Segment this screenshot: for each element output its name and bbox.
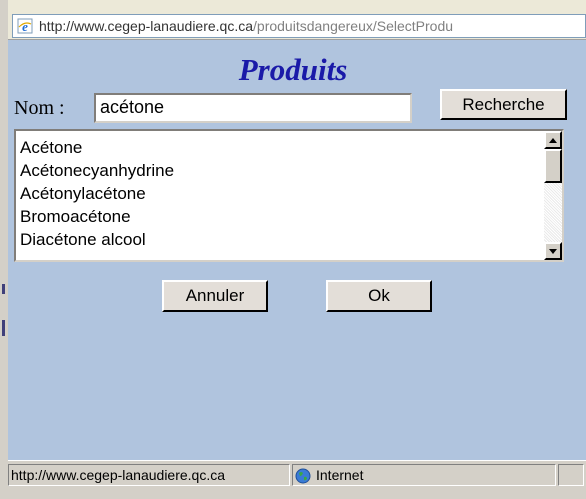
ok-button[interactable]: Ok (326, 280, 432, 312)
edge-mark (2, 284, 5, 294)
results-listbox[interactable]: Acétone Acétonecyanhydrine Acétonylacéto… (14, 129, 564, 262)
list-item[interactable]: Acétonylacétone (20, 182, 542, 205)
results-list: Acétone Acétonecyanhydrine Acétonylacéto… (20, 136, 542, 251)
ie-page-icon: e (17, 18, 33, 34)
edge-mark (2, 320, 5, 336)
address-field[interactable]: e http://www.cegep-lanaudiere.qc.ca/prod… (12, 14, 586, 38)
name-input[interactable]: acétone (94, 93, 412, 123)
arrow-down-icon (549, 248, 557, 254)
list-item[interactable]: Bromoacétone (20, 205, 542, 228)
scroll-up-button[interactable] (544, 131, 562, 149)
url-text: http://www.cegep-lanaudiere.qc.ca/produi… (39, 18, 454, 34)
arrow-up-icon (549, 137, 557, 143)
vertical-scrollbar[interactable] (544, 131, 562, 260)
status-extra (558, 464, 584, 486)
cancel-button[interactable]: Annuler (162, 280, 268, 312)
search-button[interactable]: Recherche (440, 89, 567, 120)
scroll-down-button[interactable] (544, 242, 562, 260)
list-item[interactable]: Acétonecyanhydrine (20, 159, 542, 182)
list-item[interactable]: Diacétone alcool (20, 228, 542, 251)
svg-text:e: e (22, 19, 28, 34)
list-item[interactable]: Acétone (20, 136, 542, 159)
zone-label: Internet (316, 467, 364, 483)
address-bar: e http://www.cegep-lanaudiere.qc.ca/prod… (8, 0, 586, 40)
scroll-thumb[interactable] (544, 149, 562, 183)
name-label: Nom : (14, 97, 65, 119)
status-bar: http://www.cegep-lanaudiere.qc.ca Intern… (8, 460, 586, 499)
page-title: Produits (238, 52, 348, 87)
status-zone: Internet (292, 464, 556, 486)
globe-icon (295, 468, 311, 484)
status-url: http://www.cegep-lanaudiere.qc.ca (8, 464, 290, 486)
